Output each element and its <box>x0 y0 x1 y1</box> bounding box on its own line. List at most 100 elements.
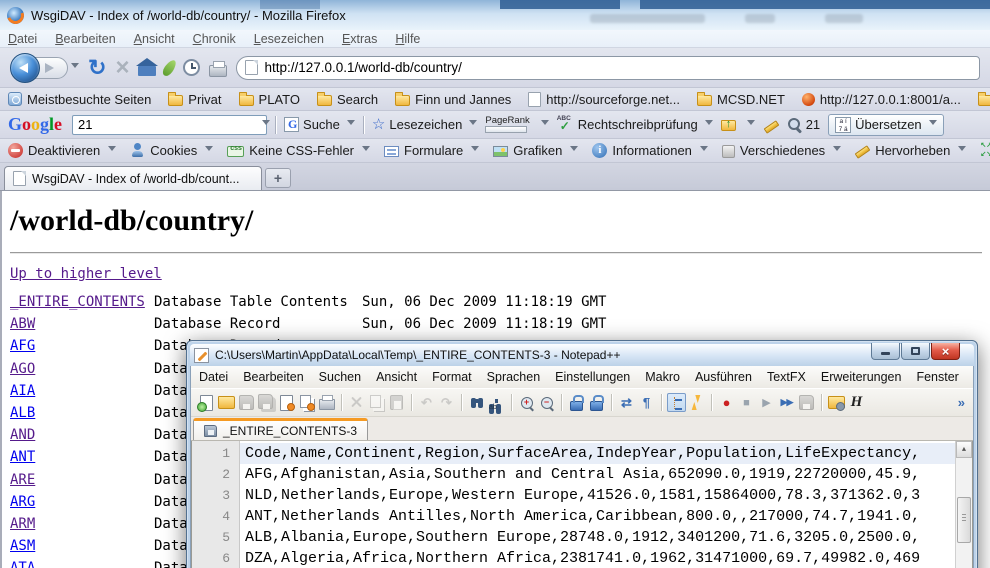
toolbar-overflow-chevron[interactable]: » <box>958 395 967 410</box>
dropdown-icon[interactable] <box>347 120 355 129</box>
menu-item[interactable]: Chronik <box>193 32 236 46</box>
entry-link[interactable]: AGO <box>10 358 154 380</box>
dropdown-icon[interactable] <box>705 120 713 129</box>
webdev-menu-button[interactable]: Deaktivieren <box>8 143 116 158</box>
editor-line[interactable]: 4 ANT,Netherlands Antilles,North America… <box>192 506 955 527</box>
scroll-up-arrow[interactable]: ▲ <box>956 441 972 458</box>
document-tab[interactable]: _ENTIRE_CONTENTS-3 <box>193 418 368 440</box>
find-icon[interactable] <box>467 393 486 412</box>
editor-line[interactable]: 3 NLD,Netherlands,Europe,Western Europe,… <box>192 485 955 506</box>
dropdown-icon[interactable] <box>469 120 477 129</box>
macro-play-icon[interactable]: ▶ <box>757 393 776 412</box>
firefox-titlebar[interactable]: WsgiDAV - Index of /world-db/country/ - … <box>0 0 990 30</box>
browser-tab[interactable]: WsgiDAV - Index of /world-db/count... <box>4 166 262 190</box>
entry-link[interactable]: ARE <box>10 469 154 491</box>
line-text[interactable]: ANT,Netherlands Antilles,North America,C… <box>240 506 955 527</box>
close-button[interactable]: × <box>931 343 960 360</box>
send-to-icon[interactable] <box>721 120 736 131</box>
maximize-button[interactable] <box>901 343 930 360</box>
editor-line[interactable]: 6 DZA,Algeria,Africa,Northern Africa,238… <box>192 548 955 568</box>
editor-line[interactable]: 5 ALB,Albania,Europe,Southern Europe,287… <box>192 527 955 548</box>
save-icon[interactable] <box>237 393 256 412</box>
history-dropdown-icon[interactable] <box>71 63 79 72</box>
paste-icon[interactable] <box>387 393 406 412</box>
menu-item[interactable]: Sprachen <box>487 370 541 384</box>
home-button[interactable] <box>138 66 156 76</box>
menu-item[interactable]: Datei <box>8 32 37 46</box>
line-text[interactable]: Code,Name,Continent,Region,SurfaceArea,I… <box>240 443 955 464</box>
menu-item[interactable]: Format <box>432 370 472 384</box>
line-text[interactable]: AFG,Afghanistan,Asia,Southern and Centra… <box>240 464 955 485</box>
entry-link[interactable]: ARM <box>10 513 154 535</box>
dropdown-icon[interactable] <box>929 120 937 129</box>
editor-line[interactable]: 2 AFG,Afghanistan,Asia,Southern and Cent… <box>192 464 955 485</box>
print-icon[interactable] <box>317 393 336 412</box>
bookmark-item[interactable]: Search <box>317 92 378 107</box>
menu-item[interactable]: Ansicht <box>134 32 175 46</box>
back-button[interactable] <box>10 53 40 83</box>
menu-item[interactable]: Extras <box>342 32 377 46</box>
entry-link[interactable]: _ENTIRE_CONTENTS <box>10 291 154 313</box>
notepad-titlebar[interactable]: C:\Users\Martin\AppData\Local\Temp\_ENTI… <box>190 344 974 366</box>
indent-guide-icon[interactable] <box>667 393 686 412</box>
word-wrap-icon[interactable]: ⇄ <box>617 393 636 412</box>
highlighter-icon[interactable] <box>763 118 779 132</box>
menu-item[interactable]: Fenster <box>916 370 958 384</box>
bookmark-item[interactable]: Meistbesuchte Seiten <box>8 92 151 107</box>
menu-item[interactable]: Makro <box>645 370 680 384</box>
editor-lines[interactable]: 1 Code,Name,Continent,Region,SurfaceArea… <box>192 443 955 568</box>
new-file-icon[interactable] <box>197 393 216 412</box>
sync-horizontal-icon[interactable] <box>587 393 606 412</box>
zoom-indicator[interactable]: 21 <box>787 117 820 132</box>
entry-link[interactable]: AND <box>10 424 154 446</box>
webdev-menu-button[interactable]: Grafiken <box>493 143 578 158</box>
google-search-input[interactable] <box>73 117 259 132</box>
menu-item[interactable]: Bearbeiten <box>55 32 115 46</box>
function-completion-icon[interactable] <box>687 393 706 412</box>
url-bar[interactable] <box>236 56 980 80</box>
bookmark-item[interactable]: Finn und Jannes <box>395 92 511 107</box>
redo-icon[interactable]: ↷ <box>437 393 456 412</box>
new-tab-button[interactable]: + <box>265 168 291 188</box>
bookmark-item[interactable]: MCSD.NET <box>697 92 785 107</box>
cut-icon[interactable] <box>347 393 366 412</box>
pagerank-widget[interactable]: PageRank <box>485 116 529 133</box>
replace-icon[interactable] <box>487 393 506 412</box>
macro-save-icon[interactable] <box>797 393 816 412</box>
entry-link[interactable]: ABW <box>10 313 154 335</box>
zoom-out-icon[interactable] <box>537 393 556 412</box>
webdev-menu-button[interactable]: Cookies <box>130 143 213 158</box>
dropdown-icon[interactable] <box>747 120 755 129</box>
open-file-icon[interactable] <box>217 393 236 412</box>
spellcheck-button[interactable]: Rechtschreibprüfung <box>557 117 713 132</box>
stop-button[interactable]: × <box>115 55 129 81</box>
menu-item[interactable]: Erweiterungen <box>821 370 902 384</box>
bookmark-item[interactable]: Privat <box>168 92 221 107</box>
bookmark-item[interactable]: http://sourceforge.net... <box>528 92 680 107</box>
up-to-higher-level-link[interactable]: Up to higher level <box>10 266 162 282</box>
text-editor[interactable]: 1 Code,Name,Continent,Region,SurfaceArea… <box>191 441 973 568</box>
undo-icon[interactable]: ↶ <box>417 393 436 412</box>
translate-button[interactable]: a í 7 ä Übersetzen <box>828 114 943 136</box>
feedly-leaf-icon[interactable] <box>161 58 179 78</box>
entry-link[interactable]: ATA <box>10 557 154 568</box>
save-all-icon[interactable] <box>257 393 276 412</box>
entry-link[interactable]: AFG <box>10 335 154 357</box>
webdev-menu-button[interactable]: Verschiedenes <box>722 143 841 158</box>
webdev-menu-button[interactable]: Informationen <box>592 143 708 158</box>
url-input[interactable] <box>264 60 971 75</box>
dropdown-icon[interactable] <box>541 120 549 129</box>
webdev-menu-button[interactable]: Größe <box>980 143 990 158</box>
google-bookmarks-button[interactable]: ☆ Lesezeichen <box>372 117 477 132</box>
webdev-menu-button[interactable]: Formulare <box>384 143 479 158</box>
bookmark-item[interactable]: PLATO <box>239 92 300 107</box>
copy-icon[interactable] <box>367 393 386 412</box>
entry-link[interactable]: ARG <box>10 491 154 513</box>
line-text[interactable]: ALB,Albania,Europe,Southern Europe,28748… <box>240 527 955 548</box>
menu-item[interactable]: Suchen <box>319 370 361 384</box>
menu-item[interactable]: Hilfe <box>395 32 420 46</box>
menu-item[interactable]: TextFX <box>767 370 806 384</box>
zoom-in-icon[interactable] <box>517 393 536 412</box>
webdev-menu-button[interactable]: Hervorheben <box>855 143 966 158</box>
menu-item[interactable]: Datei <box>199 370 228 384</box>
